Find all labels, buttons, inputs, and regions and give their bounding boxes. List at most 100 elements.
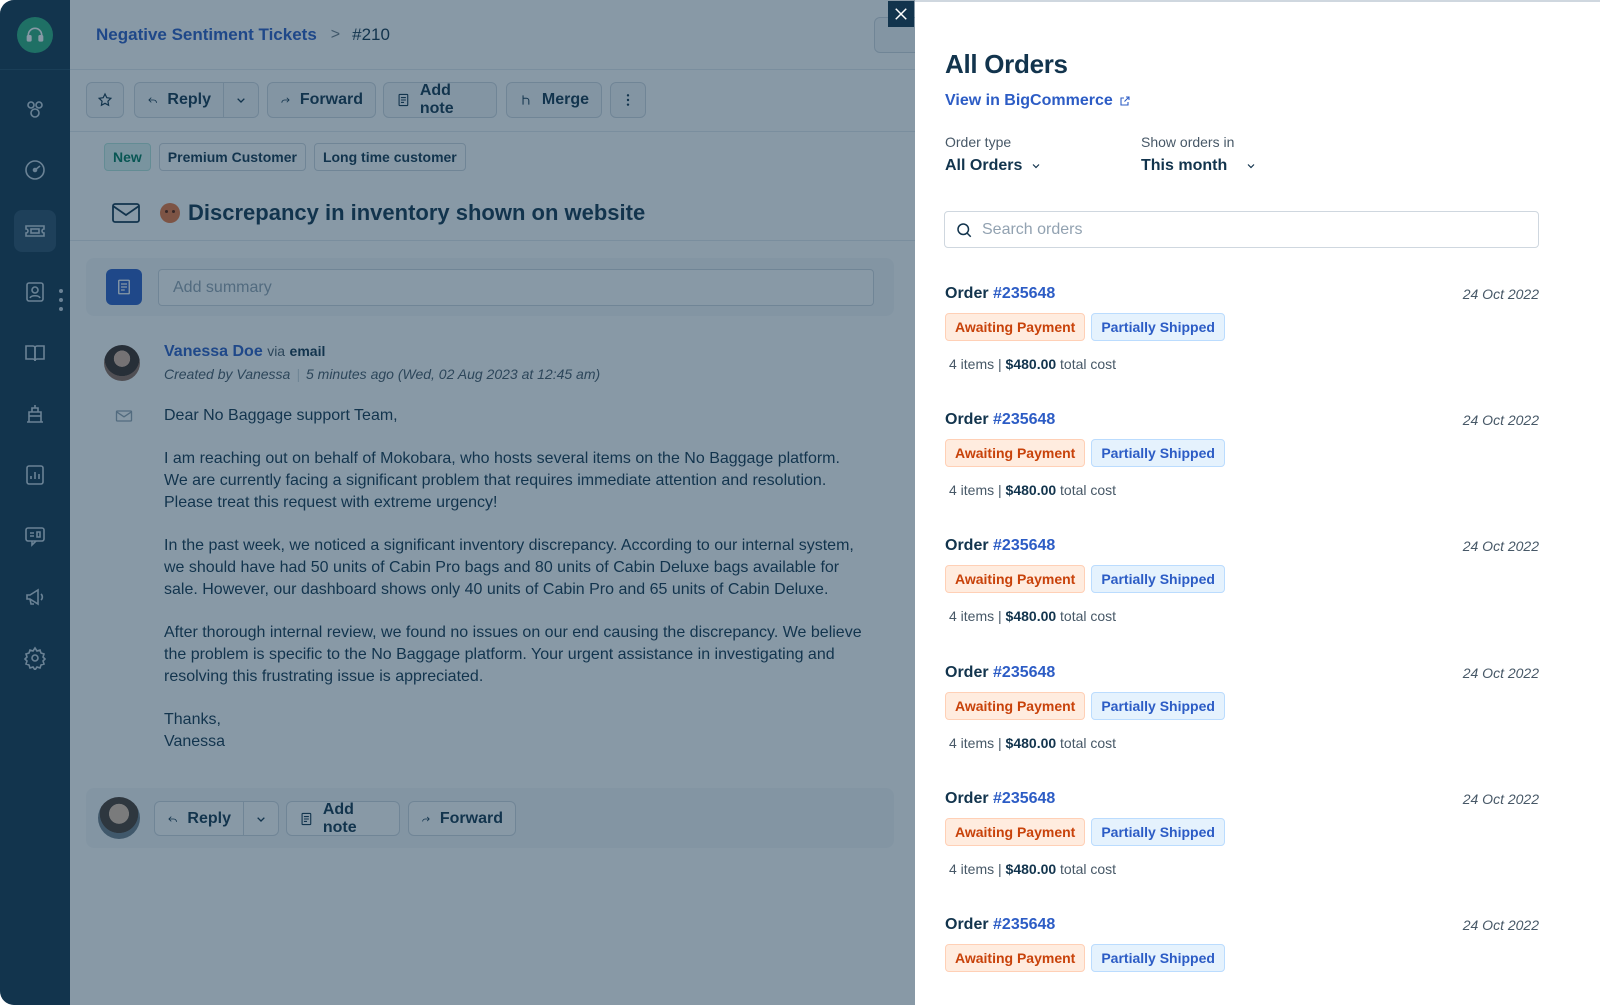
view-link-label: View in BigCommerce xyxy=(945,92,1113,109)
order-card[interactable]: Order #235648 24 Oct 2022 Awaiting Payme… xyxy=(945,916,1539,996)
more-actions-button[interactable] xyxy=(610,82,646,118)
order-number-link[interactable]: #235648 xyxy=(993,537,1055,554)
summary-input[interactable]: Add summary xyxy=(158,269,874,306)
ticket-view: Negative Sentiment Tickets > #210 Reply … xyxy=(70,0,934,1005)
order-card[interactable]: Order #235648 24 Oct 2022 Awaiting Payme… xyxy=(945,285,1539,405)
agents-icon[interactable] xyxy=(14,88,56,130)
created-by: Created by Vanessa xyxy=(164,366,291,382)
order-label: Order xyxy=(945,537,989,554)
order-number-link[interactable]: #235648 xyxy=(993,790,1055,807)
order-total: $480.00 xyxy=(1005,861,1057,877)
sender-name[interactable]: Vanessa Doe xyxy=(164,343,263,360)
order-status-badges: Awaiting Payment Partially Shipped xyxy=(945,439,1225,467)
partially-shipped-badge: Partially Shipped xyxy=(1091,313,1225,341)
breadcrumb-link[interactable]: Negative Sentiment Tickets xyxy=(96,25,317,45)
add-note-label: Add note xyxy=(419,82,454,117)
headset-logo-icon[interactable] xyxy=(17,17,53,53)
show-orders-filter: Show orders in This month xyxy=(1141,134,1257,175)
partially-shipped-badge: Partially Shipped xyxy=(1091,818,1225,846)
panel-title: All Orders xyxy=(945,49,1068,79)
settings-icon[interactable] xyxy=(14,637,56,679)
partially-shipped-badge: Partially Shipped xyxy=(1091,692,1225,720)
reply-dropdown-button[interactable] xyxy=(243,801,279,836)
order-date: 24 Oct 2022 xyxy=(1462,917,1539,933)
search-icon xyxy=(957,222,972,237)
add-note-button[interactable]: Add note xyxy=(286,801,400,836)
social-icon[interactable] xyxy=(14,393,56,435)
item-count: 4 items | xyxy=(949,356,1002,372)
awaiting-payment-badge: Awaiting Payment xyxy=(945,439,1086,467)
order-label: Order xyxy=(945,285,989,302)
reply-button[interactable]: Reply xyxy=(134,82,224,118)
order-total: $480.00 xyxy=(1005,356,1057,372)
total-cost-label: total cost xyxy=(1060,861,1117,877)
tickets-icon[interactable] xyxy=(14,210,56,252)
reports-icon[interactable] xyxy=(14,454,56,496)
knowledge-base-icon[interactable] xyxy=(14,332,56,374)
order-status-badges: Awaiting Payment Partially Shipped xyxy=(945,313,1225,341)
close-icon xyxy=(895,8,907,20)
add-note-button[interactable]: Add note xyxy=(383,82,497,118)
reply-bar: Reply Add note Forward xyxy=(86,788,894,848)
order-card[interactable]: Order #235648 24 Oct 2022 Awaiting Payme… xyxy=(945,664,1539,784)
message-body: Dear No Baggage support Team, I am reach… xyxy=(164,405,864,774)
reply-icon xyxy=(168,815,177,822)
tag-new: New xyxy=(104,143,151,171)
search-input[interactable] xyxy=(982,220,1502,239)
merge-button[interactable]: Merge xyxy=(506,82,602,118)
order-date: 24 Oct 2022 xyxy=(1462,791,1539,807)
view-in-bigcommerce-link[interactable]: View in BigCommerce xyxy=(945,92,1131,110)
order-number-link[interactable]: #235648 xyxy=(993,285,1055,302)
ticket-subject: Discrepancy in inventory shown on websit… xyxy=(188,199,646,225)
kebab-icon xyxy=(626,94,630,106)
summary-box: Add summary xyxy=(86,258,894,316)
ticket-toolbar: Reply Forward Add note Merge xyxy=(70,70,915,132)
order-type-filter: Order type All Orders xyxy=(945,134,1042,175)
item-count: 4 items | xyxy=(949,735,1002,751)
note-icon xyxy=(301,812,312,825)
order-date: 24 Oct 2022 xyxy=(1462,286,1539,302)
via-text: via xyxy=(267,343,286,359)
order-title: Order #235648 xyxy=(945,285,1055,303)
nav-more-icon[interactable] xyxy=(57,289,65,311)
star-icon xyxy=(97,92,113,107)
ticket-number: #210 xyxy=(352,24,390,44)
feedback-icon[interactable] xyxy=(14,515,56,557)
order-title: Order #235648 xyxy=(945,664,1055,682)
announcements-icon[interactable] xyxy=(14,576,56,618)
message-signoff: Thanks, Vanessa xyxy=(164,711,226,750)
forward-button[interactable]: Forward xyxy=(267,82,376,118)
channel-text: email xyxy=(289,343,326,359)
contacts-icon[interactable] xyxy=(14,271,56,313)
reply-dropdown-button[interactable] xyxy=(223,82,259,118)
order-title: Order #235648 xyxy=(945,537,1055,555)
partially-shipped-badge: Partially Shipped xyxy=(1091,565,1225,593)
close-panel-button[interactable] xyxy=(888,1,914,27)
reply-button[interactable]: Reply xyxy=(154,801,244,836)
order-label: Order xyxy=(945,790,989,807)
order-type-dropdown[interactable]: All Orders xyxy=(945,157,1042,175)
order-total: $480.00 xyxy=(1005,608,1057,624)
star-button[interactable] xyxy=(86,82,124,118)
total-cost-label: total cost xyxy=(1060,482,1117,498)
order-status-badges: Awaiting Payment Partially Shipped xyxy=(945,944,1225,972)
order-number-link[interactable]: #235648 xyxy=(993,916,1055,933)
chevron-down-icon xyxy=(237,98,245,103)
order-number-link[interactable]: #235648 xyxy=(993,664,1055,681)
order-total: $480.00 xyxy=(1005,482,1057,498)
awaiting-payment-badge: Awaiting Payment xyxy=(945,944,1086,972)
order-card[interactable]: Order #235648 24 Oct 2022 Awaiting Payme… xyxy=(945,790,1539,910)
order-card[interactable]: Order #235648 24 Oct 2022 Awaiting Payme… xyxy=(945,537,1539,657)
order-status-badges: Awaiting Payment Partially Shipped xyxy=(945,565,1225,593)
order-title: Order #235648 xyxy=(945,411,1055,429)
order-summary: 4 items | $480.00 total cost xyxy=(949,735,1116,751)
order-total: $480.00 xyxy=(1005,735,1057,751)
reply-label: Reply xyxy=(167,91,211,108)
show-orders-label: Show orders in xyxy=(1141,134,1235,150)
dashboard-icon[interactable] xyxy=(14,149,56,191)
order-card[interactable]: Order #235648 24 Oct 2022 Awaiting Payme… xyxy=(945,411,1539,531)
show-orders-dropdown[interactable]: This month xyxy=(1141,157,1257,175)
message-paragraph: Dear No Baggage support Team, xyxy=(164,407,398,424)
forward-button[interactable]: Forward xyxy=(408,801,516,836)
order-number-link[interactable]: #235648 xyxy=(993,411,1055,428)
